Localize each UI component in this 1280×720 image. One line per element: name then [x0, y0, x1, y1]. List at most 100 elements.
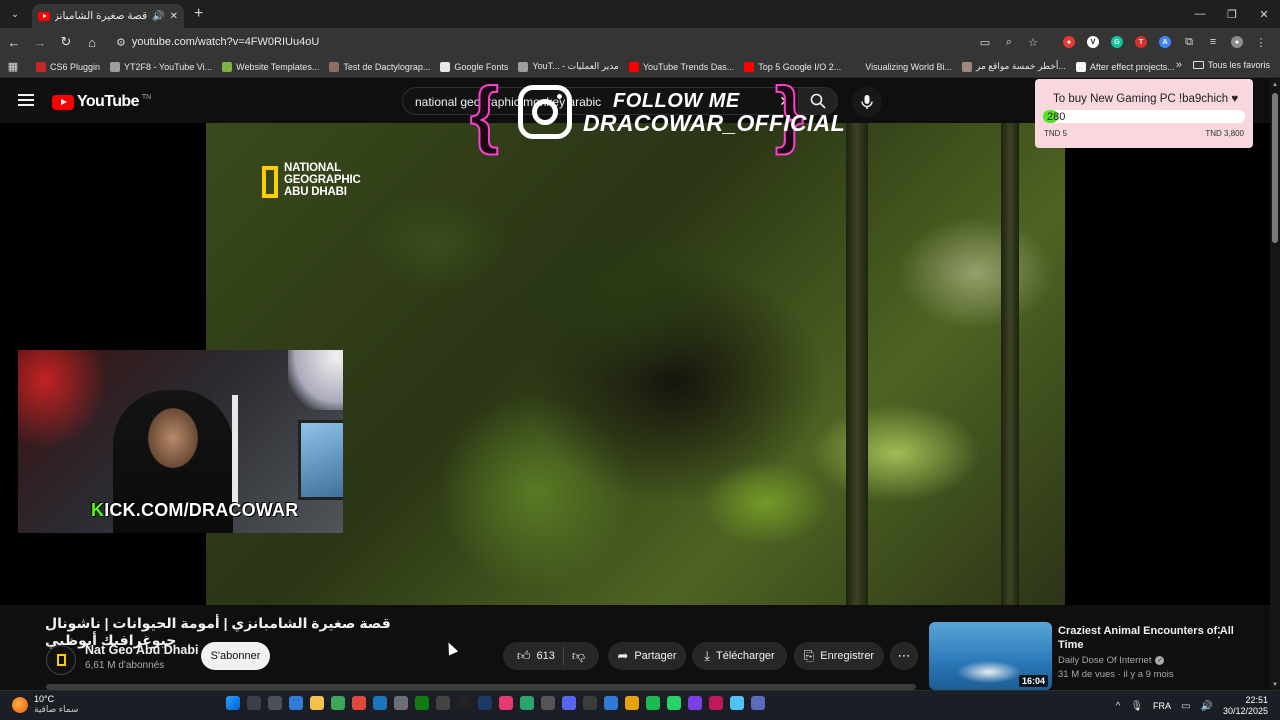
bookmark-item[interactable]: Website Templates...: [222, 61, 319, 72]
scroll-down-icon[interactable]: ▼: [1272, 682, 1278, 688]
recommended-channel[interactable]: Daily Dose Of Internet ✓: [1058, 655, 1165, 666]
dislike-icon[interactable]: 👎︎: [572, 648, 585, 664]
home-icon[interactable]: ⌂: [80, 30, 104, 54]
clock[interactable]: 22:51 30/12/2025: [1223, 695, 1268, 717]
channel-avatar[interactable]: [46, 645, 76, 675]
download-button[interactable]: ⤓ Télécharger: [692, 642, 787, 670]
weather-widget[interactable]: 10°C سماء صافية: [12, 694, 78, 715]
extension-v-icon[interactable]: V: [1087, 36, 1099, 48]
translate-icon[interactable]: A: [1159, 36, 1171, 48]
chrome-icon[interactable]: [352, 696, 366, 710]
zoom-icon[interactable]: ⌕: [998, 31, 1020, 53]
grammarly-icon[interactable]: G: [1111, 36, 1123, 48]
recommended-thumbnail[interactable]: 16:04: [929, 622, 1052, 690]
recommended-video[interactable]: 16:04 Craziest Animal Encounters of All …: [929, 622, 1259, 690]
more-bookmarks-icon[interactable]: »: [1176, 59, 1182, 71]
app-icon[interactable]: [604, 696, 618, 710]
bookmark-favicon-icon: [222, 61, 233, 72]
like-icon[interactable]: 👍︎: [517, 648, 531, 664]
epic-games-icon[interactable]: [457, 696, 471, 710]
page-scrollbar[interactable]: ▲ ▼: [1270, 79, 1280, 690]
tiktok-icon[interactable]: [499, 696, 513, 710]
reading-list-icon[interactable]: ≡: [1202, 31, 1224, 53]
video-info: قصة صغيرة الشامبانزي | أمومة الحيوانات |…: [0, 605, 1270, 690]
all-bookmarks-button[interactable]: Tous les favoris: [1192, 60, 1270, 70]
voice-search-button[interactable]: [852, 87, 882, 117]
bookmark-item[interactable]: CS6 Pluggin: [36, 61, 100, 72]
cast-icon[interactable]: ▭: [974, 31, 996, 53]
app-icon[interactable]: [541, 696, 555, 710]
youtube-logo[interactable]: YouTube TN: [52, 93, 151, 111]
menu-hamburger-icon[interactable]: [18, 94, 34, 106]
back-icon[interactable]: ←: [2, 30, 26, 54]
steam-icon[interactable]: [373, 696, 387, 710]
tray-overflow-icon[interactable]: ^: [1116, 701, 1121, 712]
whatsapp-icon[interactable]: [667, 696, 681, 710]
extension-t-icon[interactable]: T: [1135, 36, 1147, 48]
like-count[interactable]: 613: [537, 650, 555, 662]
clock-time: 22:51: [1245, 695, 1268, 705]
more-actions-button[interactable]: ⋯: [890, 642, 918, 670]
youtube-play-icon: [52, 94, 74, 110]
app-icon[interactable]: [478, 696, 492, 710]
tray-mic-icon[interactable]: 🎙: [1130, 701, 1143, 712]
close-window-icon[interactable]: ✕: [1248, 0, 1280, 28]
new-tab-icon[interactable]: +: [194, 5, 203, 23]
app-icon[interactable]: [331, 696, 345, 710]
more-horizontal-icon: ⋯: [897, 648, 911, 663]
file-explorer-icon[interactable]: [310, 696, 324, 710]
spotify-icon[interactable]: [646, 696, 660, 710]
profile-avatar-icon[interactable]: ●: [1231, 36, 1243, 48]
browser-tab-active[interactable]: قصة صغيرة الشامبانزي | أمو 🔊 ✕: [32, 4, 184, 28]
watermark-line: ABU DHABI: [284, 186, 347, 198]
channel-name[interactable]: Nat Geo Abu Dhabi: [85, 643, 198, 657]
subscribe-button[interactable]: S'abonner: [201, 642, 270, 670]
xbox-icon[interactable]: [415, 696, 429, 710]
extension-red-icon[interactable]: ●: [1063, 36, 1075, 48]
widgets-icon[interactable]: [289, 696, 303, 710]
extensions-puzzle-icon[interactable]: ⧉: [1178, 31, 1200, 53]
task-view-icon[interactable]: [268, 696, 282, 710]
network-icon[interactable]: ▭: [1181, 701, 1190, 712]
close-tab-icon[interactable]: ✕: [170, 11, 178, 22]
restore-icon[interactable]: ❐: [1216, 0, 1248, 28]
scroll-thumb[interactable]: [1272, 93, 1278, 243]
save-button[interactable]: ⎘ Enregistrer: [794, 642, 884, 670]
app-icon[interactable]: [730, 696, 744, 710]
bookmark-item[interactable]: أخطر خمسة مواقع مر...: [961, 61, 1066, 72]
volume-icon[interactable]: 🔊: [1201, 701, 1213, 712]
recommended-title[interactable]: Craziest Animal Encounters of All Time: [1058, 624, 1238, 652]
site-info-icon[interactable]: ⚙: [116, 36, 126, 49]
bookmark-item[interactable]: Test de Dactylograp...: [329, 61, 430, 72]
reload-icon[interactable]: ↻: [54, 30, 78, 54]
bookmark-favicon-icon: [36, 61, 46, 72]
start-icon[interactable]: [226, 696, 240, 710]
tab-search-chevron-icon[interactable]: ⌄: [4, 3, 26, 25]
app-icon[interactable]: [751, 696, 765, 710]
obs-icon[interactable]: [583, 696, 597, 710]
bookmark-item[interactable]: Visualizing World Bi...: [851, 61, 952, 72]
search-taskbar-icon[interactable]: [247, 696, 261, 710]
omnibox[interactable]: ⚙ youtube.com/watch?v=4FW0RIUu4oU: [112, 31, 982, 53]
minimize-icon[interactable]: —: [1184, 0, 1216, 28]
app-icon[interactable]: [688, 696, 702, 710]
bookmark-item[interactable]: YT2F8 - YouTube Vi...: [110, 61, 212, 72]
app-icon[interactable]: [709, 696, 723, 710]
bookmark-item[interactable]: After effect projects...: [1075, 61, 1175, 72]
discord-icon[interactable]: [562, 696, 576, 710]
recommended-menu-icon[interactable]: ⋮: [1212, 624, 1226, 641]
speaker-icon[interactable]: 🔊: [152, 11, 164, 22]
app-icon[interactable]: [436, 696, 450, 710]
all-bookmarks-label: Tous les favoris: [1207, 60, 1270, 70]
app-icon[interactable]: [394, 696, 408, 710]
like-dislike-group: 👍︎ 613 👎︎: [503, 642, 599, 670]
browser-menu-icon[interactable]: ⋮: [1250, 31, 1272, 53]
scroll-up-icon[interactable]: ▲: [1272, 82, 1278, 88]
app-icon[interactable]: [625, 696, 639, 710]
share-button[interactable]: ➦ Partager: [608, 642, 686, 670]
input-language[interactable]: FRA: [1153, 701, 1171, 711]
apps-grid-icon[interactable]: ▦: [0, 60, 26, 73]
app-icon[interactable]: [520, 696, 534, 710]
bookmark-star-icon[interactable]: ☆: [1022, 31, 1044, 53]
forward-icon[interactable]: →: [28, 30, 52, 54]
